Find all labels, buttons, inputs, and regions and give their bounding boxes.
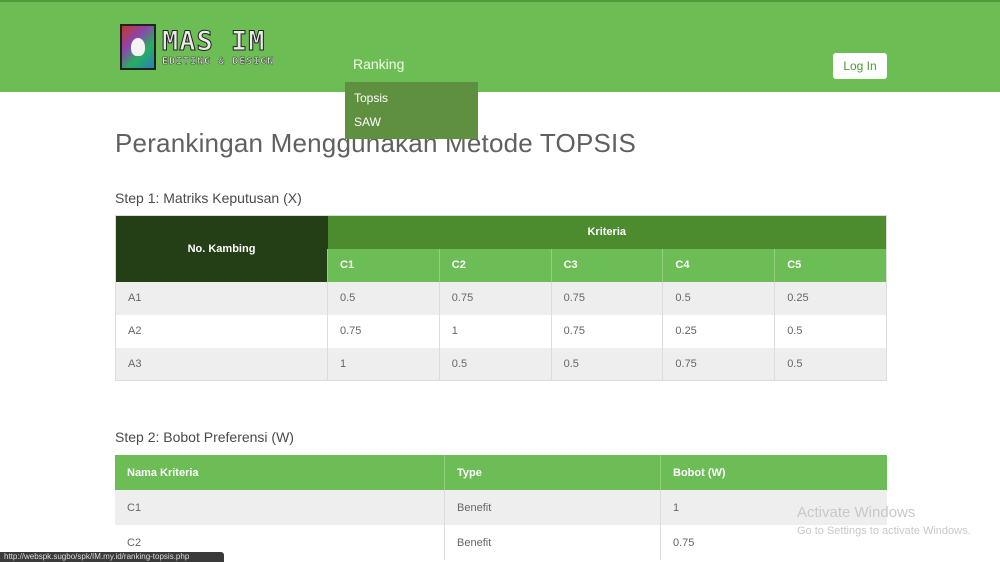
table-cell: 0.75 [438, 281, 552, 315]
header-no-kambing: No. Kambing [115, 215, 328, 282]
table-row: A2 0.75 1 0.75 0.25 0.5 [115, 314, 887, 348]
top-navbar: MAS IM EDITING & DESIGN Ranking Log In [0, 0, 1000, 92]
decision-matrix-table: No. Kambing Kriteria C1 C2 C3 C4 C5 A1 0… [115, 215, 887, 381]
logo-mark-icon [120, 24, 156, 70]
watermark-title: Activate Windows [797, 504, 916, 521]
logo-title: MAS IM [161, 25, 266, 57]
step1-title: Step 1: Matriks Keputusan (X) [115, 190, 302, 206]
login-button[interactable]: Log In [833, 53, 887, 79]
table-cell: 0.25 [662, 314, 775, 348]
step2-title: Step 2: Bobot Preferensi (W) [115, 429, 294, 445]
header-bobot: Bobot (W) [660, 455, 887, 490]
header-criterion: C3 [550, 248, 663, 282]
table-cell: 0.75 [662, 347, 775, 381]
table-cell: 0.5 [774, 314, 887, 348]
header-kriteria: Kriteria [327, 215, 887, 249]
row-name: A3 [115, 347, 328, 381]
table-cell: C1 [115, 490, 445, 525]
header-criterion: C2 [438, 248, 552, 282]
dropdown-item-saw[interactable]: SAW [345, 110, 478, 134]
table-row: A3 1 0.5 0.5 0.75 0.5 [115, 347, 887, 381]
table-cell: 0.75 [327, 314, 440, 348]
header-criterion: C5 [774, 248, 887, 282]
header-nama-kriteria: Nama Kriteria [115, 455, 445, 490]
dropdown-item-topsis[interactable]: Topsis [345, 86, 478, 110]
table-cell: Benefit [444, 490, 661, 525]
header-type: Type [444, 455, 661, 490]
table-row: A1 0.5 0.75 0.75 0.5 0.25 [115, 281, 887, 315]
activate-windows-watermark: Activate Windows Go to Settings to activ… [797, 504, 971, 537]
logo-subtitle: EDITING & DESIGN [162, 55, 275, 67]
table-cell: 0.25 [774, 281, 887, 315]
table-cell: 0.5 [774, 347, 887, 381]
table-cell: 0.5 [662, 281, 775, 315]
table-cell: 1 [327, 347, 440, 381]
row-name: A2 [115, 314, 328, 348]
watermark-subtitle: Go to Settings to activate Windows. [797, 525, 971, 537]
preference-weight-table: Nama Kriteria Type Bobot (W) C1 Benefit … [115, 455, 887, 560]
nav-ranking[interactable]: Ranking [353, 56, 404, 72]
row-name: A1 [115, 281, 328, 315]
table-cell: Benefit [444, 525, 661, 560]
logo-text: MAS IM EDITING & DESIGN [161, 25, 275, 67]
table-cell: 0.75 [550, 314, 663, 348]
table-row: C2 Benefit 0.75 [115, 525, 887, 560]
header-criterion: C4 [662, 248, 775, 282]
table-cell: 0.5 [327, 281, 440, 315]
header-criterion: C1 [327, 248, 440, 282]
site-logo[interactable]: MAS IM EDITING & DESIGN [120, 24, 274, 70]
table-cell: 1 [438, 314, 552, 348]
table-cell: 0.5 [438, 347, 552, 381]
table-row: C1 Benefit 1 [115, 490, 887, 525]
table-cell: 0.5 [550, 347, 663, 381]
table-cell: 0.75 [550, 281, 663, 315]
ranking-dropdown-menu: Topsis SAW [345, 82, 478, 139]
status-bar-url: http://webspk.sugbo/spk/IM.my.id/ranking… [0, 552, 224, 562]
